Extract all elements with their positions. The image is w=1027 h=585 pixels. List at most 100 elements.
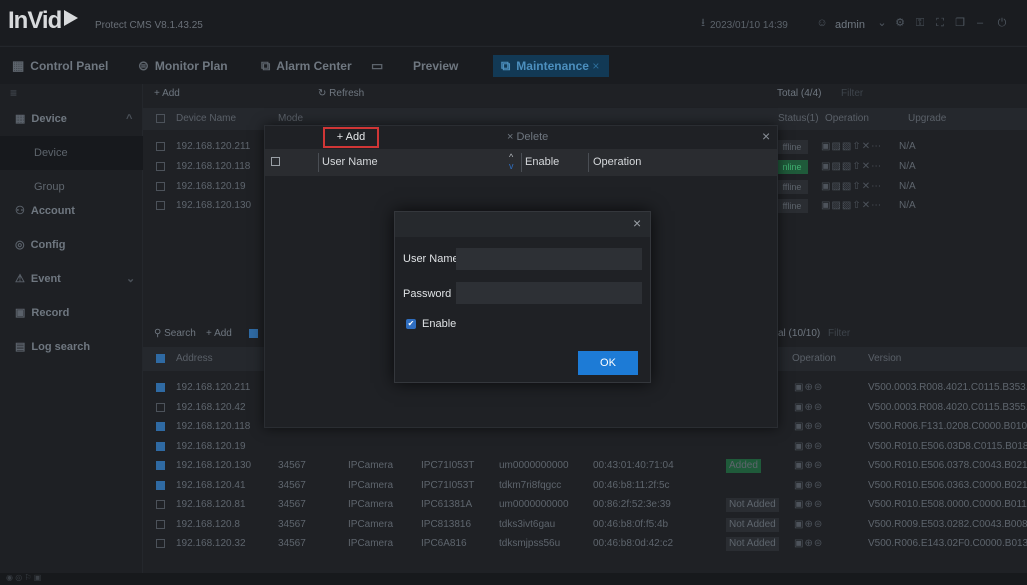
status-badge: nline	[776, 160, 808, 174]
search-add-button[interactable]: + Add	[206, 328, 232, 339]
table-row[interactable]: 192.168.120.19 ▣⊕⊜ V500.R010.E506.03D8.C01…	[143, 438, 1027, 456]
table-row[interactable]: 192.168.120.32 34567 IPCamera IPC6A816 tdksm…	[143, 535, 1027, 553]
row-checkbox[interactable]	[156, 422, 165, 431]
row-checkbox[interactable]	[156, 182, 165, 191]
device-add-button[interactable]: + Add	[154, 88, 180, 99]
menu-icon[interactable]: ≡	[10, 86, 17, 100]
row-checkbox[interactable]	[156, 402, 165, 412]
device-address: 192.168.120.19	[176, 440, 246, 452]
chevron-down-icon[interactable]: ⌄	[876, 17, 888, 29]
download-icon[interactable]: ⭳	[697, 17, 709, 29]
close-icon[interactable]: ×	[762, 128, 770, 144]
device-model: IPC813816	[421, 518, 472, 530]
row-operation-icons[interactable]: ▣⊕⊜	[794, 460, 823, 471]
device-port: 34567	[278, 460, 306, 471]
row-operation-icons[interactable]: ▣⊕⊜	[794, 402, 823, 413]
row-operation-icons[interactable]: ▣▨▧⇧✕⋯	[821, 161, 882, 172]
refresh-button[interactable]: ↻ Refresh	[318, 88, 364, 99]
select-all-users-checkbox[interactable]	[271, 157, 280, 166]
sidebar-item-device[interactable]: Device	[0, 136, 143, 170]
select-all-checkbox[interactable]	[156, 114, 165, 123]
status-icons[interactable]: ◉ ◎ ⚐ ▣	[6, 573, 41, 582]
row-checkbox[interactable]	[156, 500, 165, 509]
row-operation-icons[interactable]: ▣⊕⊜	[794, 421, 823, 432]
tab-screen[interactable]: ▭	[371, 55, 389, 77]
enable-checkbox[interactable]: ✔	[406, 319, 416, 329]
delete-user-button[interactable]: × Delete	[507, 131, 548, 143]
device-type: IPCamera	[348, 518, 394, 530]
device-version: V500.0003.R008.4021.C0115.B353.	[868, 382, 1027, 393]
row-operation-icons[interactable]: ▣⊕⊜	[794, 499, 823, 510]
lock-icon[interactable]: ⚿	[914, 17, 926, 29]
row-operation-icons[interactable]: ▣▨▧⇧✕⋯	[821, 200, 882, 211]
row-operation-icons[interactable]: ▣⊕⊜	[794, 538, 823, 549]
column-header: Operation	[792, 353, 836, 364]
device-address: 192.168.120.130	[176, 460, 252, 471]
device-filter-input[interactable]: Filter	[841, 88, 863, 99]
tab-monitor-plan[interactable]: ⊜ Monitor Plan	[138, 55, 228, 77]
row-operation-icons[interactable]: ▣▨▧⇧✕⋯	[821, 181, 882, 192]
search-icon: ⚲	[154, 328, 165, 339]
close-icon[interactable]: ×	[633, 215, 641, 231]
table-row[interactable]: 192.168.120.8 34567 IPCamera IPC813816 tdks3…	[143, 516, 1027, 534]
device-port: 34567	[278, 518, 306, 530]
restore-icon[interactable]: ❐	[954, 17, 966, 29]
add-user-button[interactable]: + Add	[323, 127, 379, 148]
settings-icon[interactable]: ⚙	[894, 17, 906, 29]
table-row[interactable]: 192.168.120.41 34567 IPCamera IPC71I053T tdk…	[143, 477, 1027, 495]
search-button[interactable]: ⚲ Search	[154, 328, 196, 339]
row-checkbox[interactable]	[156, 519, 165, 529]
tab-preview[interactable]: Preview	[413, 55, 458, 77]
search-filter-input[interactable]: Filter	[828, 328, 850, 339]
log-icon: ▤	[15, 341, 26, 353]
config-icon: ◎	[15, 239, 25, 251]
column-divider	[588, 153, 589, 172]
column-operation: Operation	[593, 156, 642, 168]
sidebar-item-record[interactable]: ▣ Record	[0, 296, 143, 330]
user-table-header: User Name ^ v Enable Operation	[265, 149, 777, 176]
table-row[interactable]: 192.168.120.81 34567 IPCamera IPC61381A um00…	[143, 496, 1027, 514]
username-field[interactable]	[456, 248, 642, 270]
table-row[interactable]: 192.168.120.130 34567 IPCamera IPC71I053T um…	[143, 457, 1027, 475]
user-icon[interactable]: ☺	[816, 17, 828, 29]
row-operation-icons[interactable]: ▣⊕⊜	[794, 382, 823, 393]
sidebar-item-account[interactable]: ⚇ Account	[0, 194, 143, 228]
select-all-checkbox[interactable]	[156, 354, 165, 363]
sort-icon[interactable]: ^ v	[509, 153, 514, 171]
device-cloud-id: um0000000000	[499, 460, 569, 471]
device-version: V500.0003.R008.4020.C0115.B355.	[868, 401, 1027, 413]
device-version: V500.R006.E143.02F0.C0000.B013	[868, 538, 1027, 549]
row-operation-icons[interactable]: ▣⊕⊜	[794, 480, 823, 491]
close-app-icon[interactable]: ⏻	[996, 17, 1008, 29]
ok-button[interactable]: OK	[578, 351, 638, 375]
row-checkbox[interactable]	[156, 480, 165, 490]
password-field[interactable]	[456, 282, 642, 304]
tab-control-panel[interactable]: ▦ Control Panel	[12, 55, 108, 77]
search-option-checkbox[interactable]	[249, 329, 258, 338]
add-state-badge: Added	[726, 459, 761, 473]
sidebar-item-event[interactable]: ⚠ Event ⌄	[0, 262, 143, 296]
column-header: Upgrade	[908, 113, 947, 124]
fullscreen-icon[interactable]: ⛶	[934, 17, 946, 29]
row-checkbox[interactable]	[156, 162, 165, 171]
tab-maintenance[interactable]: ⧉ Maintenance ×	[493, 55, 610, 77]
minimize-icon[interactable]: –	[974, 17, 986, 29]
row-checkbox[interactable]	[156, 201, 165, 210]
sidebar-item-log-search[interactable]: ▤ Log search	[0, 330, 143, 364]
row-operation-icons[interactable]: ▣⊕⊜	[794, 519, 823, 530]
current-user[interactable]: admin	[835, 19, 865, 31]
row-checkbox[interactable]	[156, 383, 165, 392]
sidebar-item-device-group[interactable]: ▦ Device ^	[0, 102, 143, 136]
row-operation-icons[interactable]: ▣⊕⊜	[794, 441, 823, 452]
sidebar-item-config[interactable]: ◎ Config	[0, 228, 143, 262]
column-divider	[318, 153, 319, 172]
row-checkbox[interactable]	[156, 461, 165, 470]
add-state-badge: Not Added	[726, 537, 779, 551]
row-checkbox[interactable]	[156, 539, 165, 548]
device-mac: 00:43:01:40:71:04	[593, 460, 674, 471]
tab-alarm-center[interactable]: ⧉ Alarm Center	[261, 55, 352, 77]
row-checkbox[interactable]	[156, 441, 165, 451]
row-operation-icons[interactable]: ▣▨▧⇧✕⋯	[821, 141, 882, 152]
username-label: User Name	[403, 253, 459, 265]
row-checkbox[interactable]	[156, 142, 165, 151]
